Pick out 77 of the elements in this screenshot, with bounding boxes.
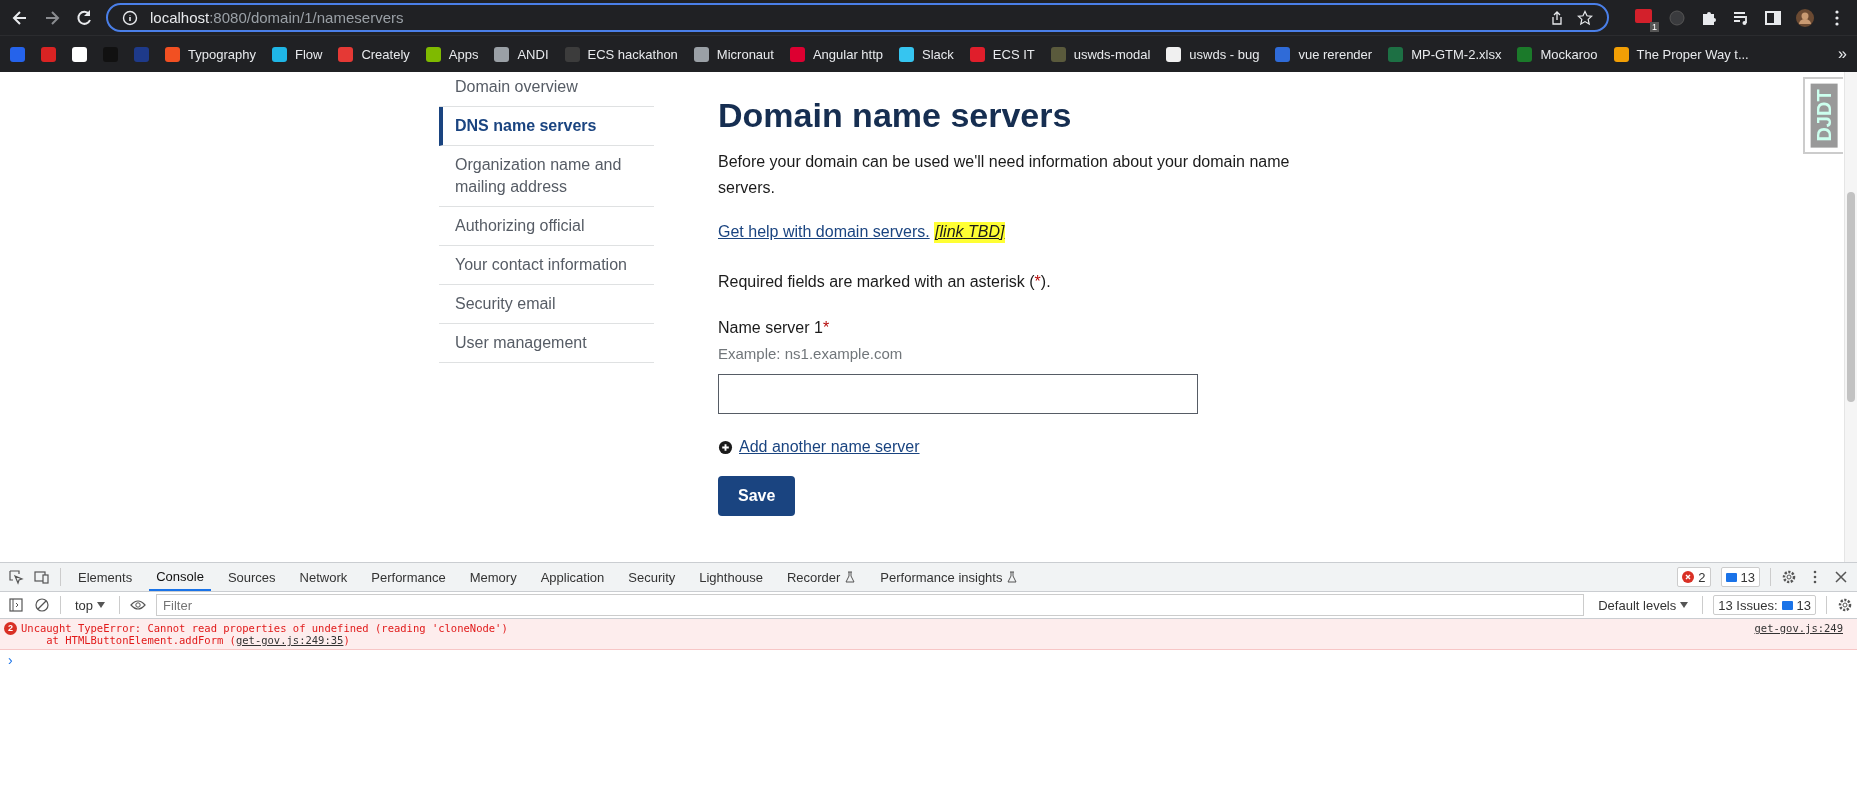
settings-icon[interactable] (1781, 569, 1797, 585)
bookmark[interactable]: Flow (271, 46, 323, 62)
page-title: Domain name servers (718, 96, 1073, 135)
stack-trace: at HTMLButtonElement.addForm (get-gov.js:249:35) (45, 634, 351, 646)
tbd-link[interactable]: [link TBD] (934, 222, 1006, 243)
field-label: Name server 1* (718, 319, 831, 337)
address-bar[interactable]: localhost:8080/domain/1/nameservers (106, 3, 1609, 32)
device-icon[interactable] (34, 569, 50, 585)
sidebar-item[interactable]: Domain overview (439, 68, 654, 107)
message-count[interactable]: 13 (1720, 567, 1760, 587)
bookmark[interactable]: Creately (338, 46, 410, 62)
bookmark[interactable]: ECS IT (969, 46, 1035, 62)
bookmark[interactable]: MP-GTM-2.xlsx (1388, 46, 1502, 62)
devtools-tab[interactable]: Performance (364, 563, 453, 591)
bookmark[interactable]: ANDI (494, 46, 549, 62)
bookmark[interactable]: Micronaut (693, 46, 774, 62)
sidebar-item[interactable]: Authorizing official (439, 207, 654, 246)
sidebar-item[interactable]: Security email (439, 285, 654, 324)
bookmark[interactable]: Angular http (789, 46, 884, 62)
bookmark[interactable]: The Proper Way t... (1613, 46, 1749, 62)
sidebar-item[interactable]: Your contact information (439, 246, 654, 285)
error-count[interactable]: 2 (1677, 567, 1711, 587)
avatar-icon[interactable] (1795, 7, 1815, 28)
info-icon[interactable] (122, 9, 138, 26)
devtools-tab[interactable]: Memory (462, 563, 524, 591)
levels-dropdown[interactable]: Default levels (1594, 597, 1693, 613)
issues-button[interactable]: 13 Issues: 13 (1713, 595, 1816, 615)
devtools-tab[interactable]: Application (533, 563, 612, 591)
share-icon[interactable] (1549, 9, 1565, 26)
sidebar-toggle-icon[interactable] (8, 597, 24, 613)
source-link[interactable]: get-gov.js:249 (1754, 622, 1843, 646)
error-message: Uncaught TypeError: Cannot read properties of undefined (reading 'cloneNode') (21, 622, 509, 634)
devtools-tab[interactable]: Performance insights (873, 563, 1026, 591)
bookmark[interactable]: uswds - bug (1166, 46, 1260, 62)
bookmark[interactable]: vue rerender (1275, 46, 1373, 62)
console-prompt[interactable]: › (0, 650, 1857, 670)
devtools-tab[interactable]: Network (292, 563, 355, 591)
name-server-input[interactable] (718, 374, 1198, 414)
error-icon (1682, 571, 1695, 583)
sidebar-item[interactable]: Organization name and mailing address (439, 146, 654, 207)
clear-icon[interactable] (34, 597, 50, 613)
bookmark[interactable]: Slack (899, 46, 954, 62)
scrollbar-thumb[interactable] (1847, 192, 1855, 402)
url-text: localhost:8080/domain/1/nameservers (150, 9, 404, 26)
bookmark[interactable]: Mockaroo (1517, 46, 1598, 62)
devtools-tab[interactable]: Lighthouse (692, 563, 770, 591)
devtools-tab[interactable]: Recorder (779, 563, 864, 591)
more-bookmarks-button[interactable]: » (1838, 45, 1847, 63)
inspect-icon[interactable] (8, 569, 24, 585)
add-circle-icon[interactable] (718, 439, 733, 455)
bookmark[interactable]: uswds-modal (1050, 46, 1151, 62)
filter-field[interactable]: Filter (156, 594, 1585, 616)
intro-text: Before your domain can be used we'll need information about your domain name servers. (718, 152, 1291, 198)
devtools-tab[interactable]: Elements (71, 563, 140, 591)
dropdown-arrow-icon (97, 602, 106, 608)
error-count-badge: 2 (4, 622, 17, 635)
add-server-link[interactable]: Add another name server (739, 438, 920, 456)
save-button[interactable]: Save (718, 476, 796, 516)
help-link[interactable]: Get help with domain servers. (718, 223, 930, 240)
close-icon[interactable] (1833, 569, 1849, 585)
devtools-tab[interactable]: Security (621, 563, 683, 591)
bookmark[interactable]: ECS hackathon (564, 46, 678, 62)
dropdown-arrow-icon (1680, 602, 1689, 608)
required-note: Required fields are marked with an asterisk (*). (718, 272, 1052, 292)
devtools-tab[interactable]: Sources (220, 563, 283, 591)
devtools-tab[interactable]: Console (149, 563, 211, 591)
source-link[interactable]: get-gov.js:249:35 (235, 634, 344, 646)
bookmark[interactable]: Apps (425, 46, 479, 62)
eye-icon[interactable] (130, 597, 147, 613)
sidebar-item[interactable]: User management (439, 324, 654, 363)
context-select[interactable]: top (71, 597, 110, 613)
sidebar-item[interactable]: DNS name servers (439, 107, 654, 146)
bookmark[interactable]: Typography (165, 46, 256, 62)
bookmark-icon[interactable] (72, 46, 87, 62)
settings-icon[interactable] (1837, 597, 1853, 613)
star-icon[interactable] (1577, 9, 1593, 26)
field-hint: Example: ns1.example.com (718, 345, 904, 362)
